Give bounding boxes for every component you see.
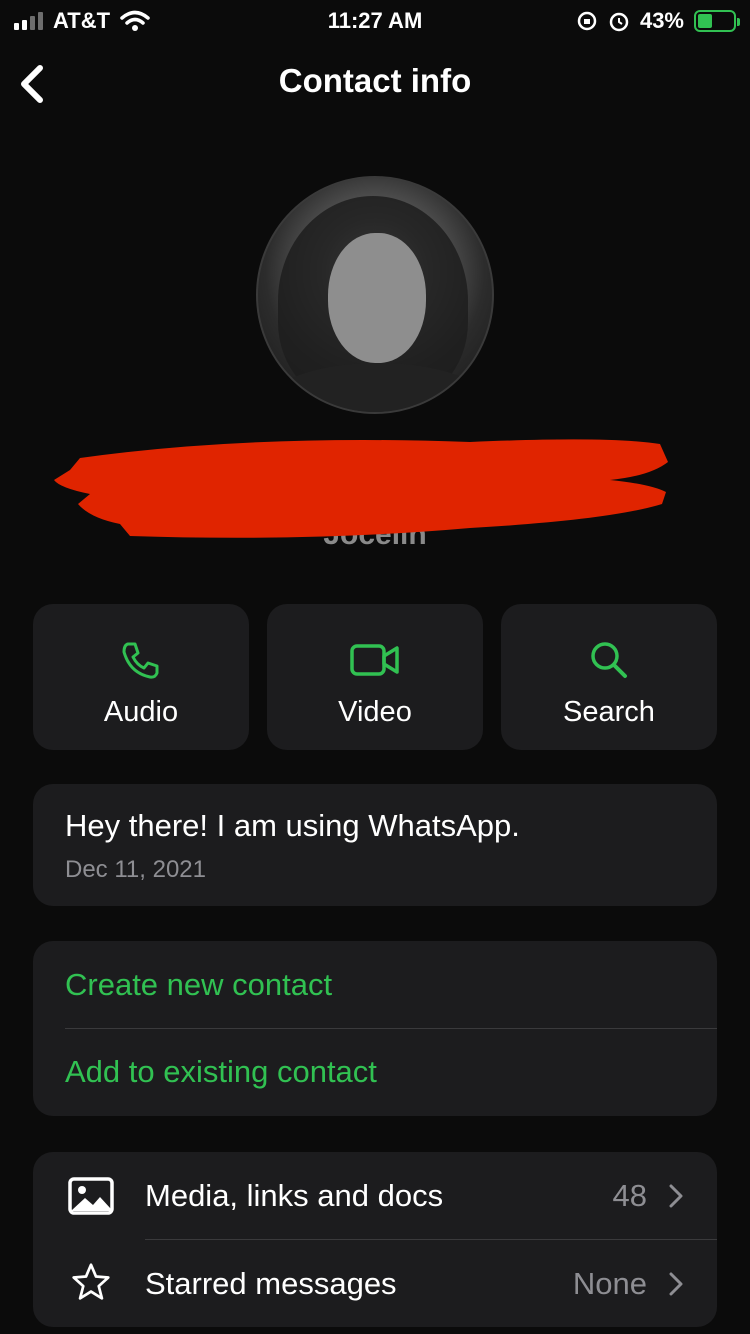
battery-icon [694, 10, 740, 32]
video-icon [350, 644, 399, 676]
phone-icon [122, 642, 159, 679]
media-links-docs-label: Media, links and docs [145, 1178, 444, 1213]
chevron-right-icon [669, 1272, 683, 1296]
search-button[interactable]: Search [501, 604, 717, 750]
battery-percent: 43% [639, 8, 684, 33]
media-count: 48 [612, 1178, 647, 1213]
audio-label: Audio [103, 696, 179, 728]
about-text: Hey there! I am using WhatsApp. [65, 808, 520, 843]
status-bar: AT&T 11:27 AM 43% [0, 0, 750, 44]
search-icon [591, 642, 627, 678]
starred-value: None [572, 1266, 647, 1301]
details-card: Media, links and docs 48 Starred message… [33, 1152, 717, 1327]
star-icon [72, 1263, 110, 1300]
page-title: Contact info [278, 62, 472, 99]
media-links-docs-row[interactable]: Media, links and docs 48 [33, 1152, 717, 1239]
add-to-existing-contact-button[interactable]: Add to existing contact [65, 1054, 377, 1090]
about-date: Dec 11, 2021 [65, 856, 206, 883]
profile-avatar[interactable] [256, 176, 494, 414]
search-label: Search [563, 696, 655, 728]
video-call-button[interactable]: Video [267, 604, 483, 750]
about-card: Hey there! I am using WhatsApp. Dec 11, … [33, 784, 717, 906]
divider [65, 1028, 717, 1029]
image-icon [68, 1177, 114, 1215]
create-new-contact-button[interactable]: Create new contact [65, 967, 332, 1003]
alarm-icon [609, 12, 629, 32]
chevron-right-icon [669, 1184, 683, 1208]
orientation-lock-icon [577, 11, 597, 31]
starred-messages-row[interactable]: Starred messages None [33, 1240, 717, 1327]
contact-actions-card: Create new contact Add to existing conta… [33, 941, 717, 1116]
redaction-scribble [54, 439, 668, 538]
video-label: Video [338, 696, 412, 728]
audio-call-button[interactable]: Audio [33, 604, 249, 750]
starred-messages-label: Starred messages [145, 1266, 397, 1301]
